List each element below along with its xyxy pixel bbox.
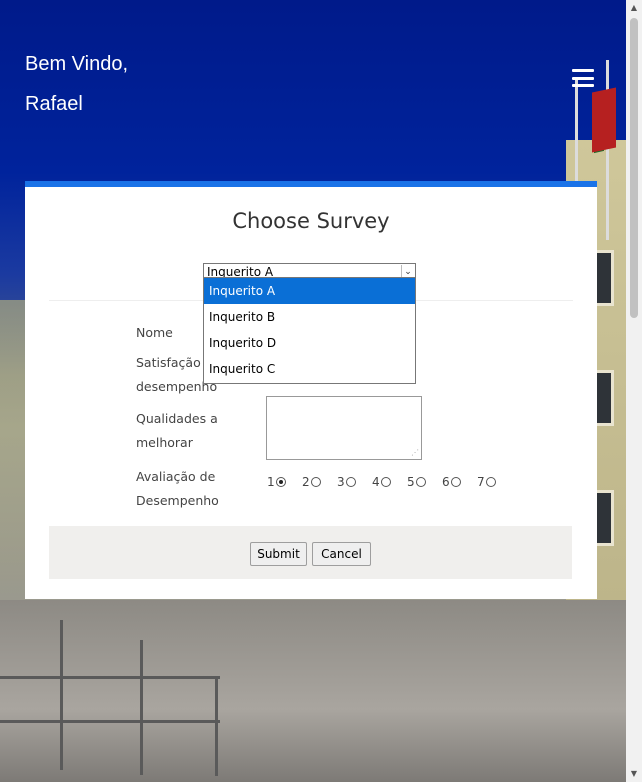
radio-button[interactable] <box>485 477 496 487</box>
rating-option[interactable]: 6 <box>442 475 477 489</box>
resize-grip-icon[interactable]: ⋰ <box>411 449 419 457</box>
menu-bar <box>572 69 594 72</box>
rating-option[interactable]: 3 <box>337 475 372 489</box>
radio-button[interactable] <box>450 477 461 487</box>
qualidades-label-line2: melhorar <box>136 435 193 450</box>
rating-option[interactable]: 4 <box>372 475 407 489</box>
page-scrollbar[interactable]: ▲ ▼ <box>626 0 642 782</box>
rating-option[interactable]: 7 <box>477 475 512 489</box>
form-footer: Submit Cancel <box>49 526 572 579</box>
ground <box>0 600 626 782</box>
avaliacao-label-line2: Desempenho <box>136 493 219 508</box>
survey-card: Choose Survey Inquerito A ⌄ Nome Satisfa… <box>25 181 597 599</box>
scroll-up-arrow-icon[interactable]: ▲ <box>626 0 642 16</box>
avaliacao-label: Avaliação de Desempenho <box>136 465 219 513</box>
radio-button[interactable] <box>380 477 391 487</box>
radio-button[interactable] <box>310 477 321 487</box>
card-title: Choose Survey <box>232 209 390 233</box>
welcome-message: Bem Vindo, Rafael <box>25 44 128 124</box>
qualidades-textarea[interactable]: ⋰ <box>266 396 422 460</box>
dropdown-option-inquerito-a[interactable]: Inquerito A <box>204 278 415 304</box>
railing-post <box>60 620 63 770</box>
dropdown-option-inquerito-c[interactable]: Inquerito C <box>204 356 415 382</box>
radio-button[interactable] <box>415 477 426 487</box>
flag <box>592 87 616 153</box>
menu-bar <box>572 84 594 87</box>
railing <box>0 676 220 679</box>
rating-option[interactable]: 2 <box>302 475 337 489</box>
dropdown-option-inquerito-b[interactable]: Inquerito B <box>204 304 415 330</box>
rating-option[interactable]: 1 <box>267 475 302 489</box>
user-name: Rafael <box>25 93 83 115</box>
railing <box>0 720 220 723</box>
rating-option[interactable]: 5 <box>407 475 442 489</box>
greeting-text: Bem Vindo, <box>25 53 129 75</box>
cancel-button[interactable]: Cancel <box>312 542 371 566</box>
scroll-down-arrow-icon[interactable]: ▼ <box>626 766 642 782</box>
submit-button[interactable]: Submit <box>250 542 307 566</box>
survey-dropdown-list: Inquerito A Inquerito B Inquerito D Inqu… <box>203 277 416 384</box>
qualidades-label-line1: Qualidades a <box>136 411 218 426</box>
railing-post <box>140 640 143 775</box>
dropdown-option-inquerito-d[interactable]: Inquerito D <box>204 330 415 356</box>
hamburger-menu-icon[interactable] <box>572 69 594 87</box>
radio-button[interactable] <box>275 477 286 487</box>
qualidades-label: Qualidades a melhorar <box>136 407 218 455</box>
nome-label: Nome <box>136 325 173 340</box>
radio-button[interactable] <box>345 477 356 487</box>
railing-post <box>215 676 218 776</box>
flag-pole <box>606 60 609 240</box>
rating-radio-group: 1 2 3 4 5 6 7 <box>267 475 512 489</box>
scrollbar-thumb[interactable] <box>630 18 638 318</box>
menu-bar <box>572 76 594 80</box>
avaliacao-label-line1: Avaliação de <box>136 469 216 484</box>
